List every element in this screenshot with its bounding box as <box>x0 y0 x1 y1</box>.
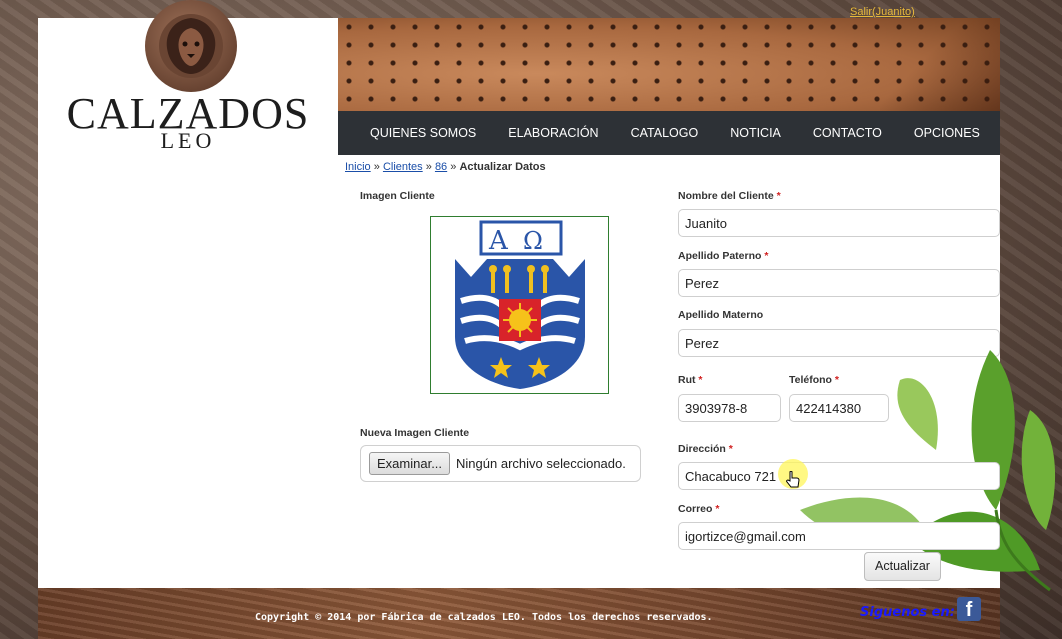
correo-label-text: Correo <box>678 503 713 515</box>
direccion-label: Dirección * <box>678 443 733 455</box>
mouse-cursor <box>778 459 808 489</box>
required-mark: * <box>715 503 720 515</box>
nav-catalogo[interactable]: CATALOGO <box>631 126 699 140</box>
file-status: Ningún archivo seleccionado. <box>456 456 626 471</box>
breadcrumb-sep: » <box>373 161 380 173</box>
telefono-input[interactable]: 422414380 <box>789 394 889 422</box>
breadcrumb-sep: » <box>425 161 432 173</box>
direccion-label-text: Dirección <box>678 443 726 455</box>
nav-quienes-somos[interactable]: QUIENES SOMOS <box>370 126 476 140</box>
nav-contacto[interactable]: CONTACTO <box>813 126 882 140</box>
lion-icon <box>159 14 223 78</box>
required-mark: * <box>776 190 781 202</box>
hand-cursor-icon <box>786 471 800 488</box>
svg-text:Ω: Ω <box>523 227 543 255</box>
rut-label: Rut * <box>678 374 703 386</box>
required-mark: * <box>764 250 769 262</box>
actualizar-button[interactable]: Actualizar <box>864 552 941 581</box>
nombre-label: Nombre del Cliente * <box>678 190 781 202</box>
logo-text-leo: LEO <box>160 128 216 153</box>
main-nav: QUIENES SOMOS ELABORACIÓN CATALOGO NOTIC… <box>338 111 1000 155</box>
correo-input[interactable]: igortizce@gmail.com <box>678 522 1000 550</box>
follow-us-text: Siguenos en: <box>860 605 955 620</box>
file-input[interactable]: Examinar... Ningún archivo seleccionado. <box>360 445 641 482</box>
correo-label: Correo * <box>678 503 719 515</box>
copyright-text: Copyright © 2014 por Fábrica de calzados… <box>255 612 713 623</box>
breadcrumb-client-id[interactable]: 86 <box>435 161 447 173</box>
paterno-label-text: Apellido Paterno <box>678 250 762 262</box>
client-image: A Ω <box>430 216 609 394</box>
new-image-label: Nueva Imagen Cliente <box>360 427 470 439</box>
direccion-input[interactable]: Chacabuco 721 <box>678 462 1000 490</box>
required-mark: * <box>698 374 703 386</box>
facebook-icon[interactable]: f <box>957 597 981 621</box>
breadcrumb-clients[interactable]: Clientes <box>383 161 423 173</box>
rut-label-text: Rut <box>678 374 696 386</box>
nav-elaboracion[interactable]: ELABORACIÓN <box>508 126 598 140</box>
breadcrumb-sep: » <box>450 161 457 173</box>
materno-label: Apellido Materno <box>678 309 764 321</box>
nombre-label-text: Nombre del Cliente <box>678 190 774 202</box>
nav-noticia[interactable]: NOTICIA <box>730 126 781 140</box>
svg-text:A: A <box>488 226 509 256</box>
browse-button[interactable]: Examinar... <box>369 452 451 475</box>
paterno-input[interactable]: Perez <box>678 269 1000 297</box>
breadcrumb: Inicio » Clientes » 86 » Actualizar Dato… <box>345 161 546 173</box>
site-logo[interactable]: CALZADOS LEO <box>38 0 338 160</box>
image-label: Imagen Cliente <box>360 190 435 202</box>
header-banner <box>338 18 1000 111</box>
lion-emblem <box>145 0 237 92</box>
breadcrumb-current: Actualizar Datos <box>459 161 546 173</box>
required-mark: * <box>728 443 733 455</box>
nav-opciones[interactable]: OPCIONES <box>914 126 980 140</box>
breadcrumb-home[interactable]: Inicio <box>345 161 371 173</box>
logout-link[interactable]: Salir(Juanito) <box>850 6 915 18</box>
paterno-label: Apellido Paterno * <box>678 250 768 262</box>
nombre-input[interactable]: Juanito <box>678 209 1000 237</box>
crest-icon: A Ω <box>455 220 585 389</box>
